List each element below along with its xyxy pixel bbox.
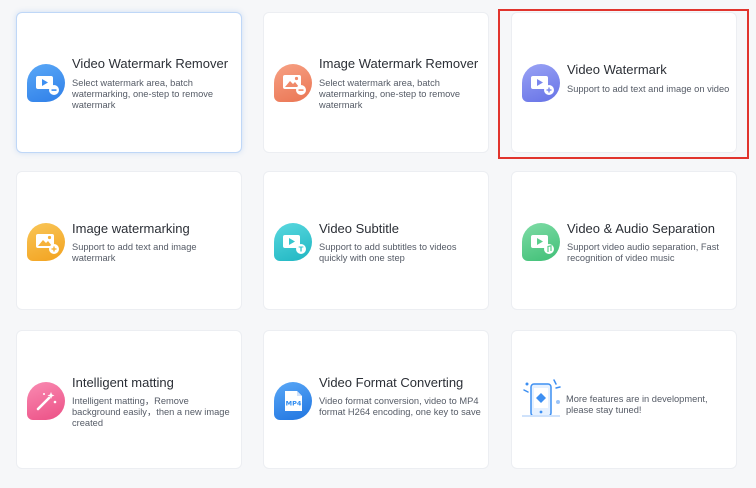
card-title: Video & Audio Separation <box>567 221 715 236</box>
card-title: Image Watermark Remover <box>319 56 479 71</box>
image-remove-icon <box>274 64 312 102</box>
card-title: Intelligent matting <box>72 375 174 390</box>
card-title: Video Subtitle <box>319 221 399 236</box>
magic-wand-icon <box>27 382 65 420</box>
card-description: Select watermark area, batch watermarkin… <box>72 78 214 110</box>
card-more-features: More features are in development, please… <box>511 330 737 469</box>
card-description: Intelligent matting，Remove background ea… <box>72 396 230 428</box>
card-video-format-converting[interactable]: MP4 Video Format Converting Video format… <box>263 330 489 469</box>
svg-text:T: T <box>299 246 304 254</box>
selection-highlight <box>498 9 749 159</box>
video-remove-icon <box>27 64 65 102</box>
card-description: Support to add subtitles to videos quick… <box>319 242 457 263</box>
card-image-watermark-remover[interactable]: Image Watermark Remover Select watermark… <box>263 12 489 153</box>
card-title: Video Format Converting <box>319 375 464 390</box>
card-title: Video Watermark Remover <box>72 56 229 71</box>
card-title: Image watermarking <box>72 221 190 236</box>
mp4-file-icon: MP4 <box>274 382 312 420</box>
audio-separation-icon <box>522 223 560 261</box>
card-description: Support to add text and image watermark <box>72 242 197 263</box>
video-subtitle-icon: T <box>274 223 312 261</box>
card-image-watermarking[interactable]: Image watermarking Support to add text a… <box>16 171 242 310</box>
development-illustration-icon <box>522 379 561 417</box>
card-description: Select watermark area, batch watermarkin… <box>319 78 461 110</box>
card-description: Support video audio separation, Fast rec… <box>567 242 719 263</box>
card-video-subtitle[interactable]: T Video Subtitle Support to add subtitle… <box>263 171 489 310</box>
mp4-label: MP4 <box>286 400 302 408</box>
card-description: Video format conversion, video to MP4 fo… <box>319 396 481 417</box>
development-notice: More features are in development, please… <box>566 394 708 415</box>
card-intelligent-matting[interactable]: Intelligent matting Intelligent matting，… <box>16 330 242 469</box>
image-add-icon <box>27 223 65 261</box>
card-video-audio-separation[interactable]: Video & Audio Separation Support video a… <box>511 171 737 310</box>
card-video-watermark-remover[interactable]: Video Watermark Remover Select watermark… <box>16 12 242 153</box>
